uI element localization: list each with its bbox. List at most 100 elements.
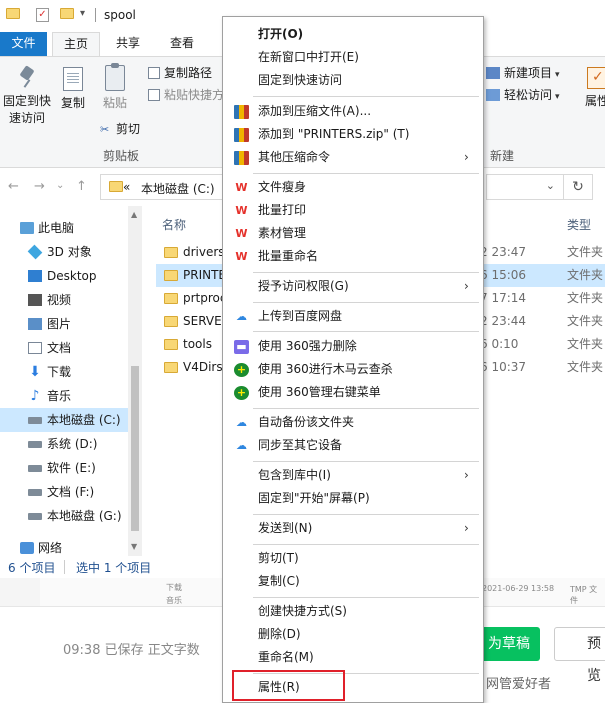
cut-button[interactable]: ✂ 剪切 [100, 121, 140, 138]
folder-icon [164, 247, 178, 258]
new-item-button[interactable]: 新建项目 ▾ [486, 65, 560, 83]
quick-access-dropdown[interactable]: ▾ [80, 8, 85, 19]
nav-item-music[interactable]: ♪ 音乐 [0, 384, 128, 408]
menu-item-rename[interactable]: 重命名(M) [225, 646, 481, 669]
nav-item-drive-c[interactable]: 本地磁盘 (C:) [0, 408, 128, 432]
menu-separator [253, 331, 479, 332]
folder-icon [164, 339, 178, 350]
360-purple-icon: ▬ [234, 340, 249, 354]
nav-item-pictures[interactable]: 图片 [0, 312, 128, 336]
file-type: 文件夹 [567, 337, 604, 351]
nav-item-drive-f[interactable]: 文档 (F:) [0, 480, 128, 504]
menu-item-batch-rename[interactable]: W 批量重命名 [225, 245, 481, 268]
refresh-button[interactable]: ↻ [563, 174, 593, 200]
nav-label: 软件 (E:) [47, 461, 96, 475]
menu-item-send-to[interactable]: 发送到(N) › [225, 517, 481, 540]
menu-label: 自动备份该文件夹 [258, 415, 355, 429]
watermark-text: 网管爱好者 [486, 677, 552, 692]
title-divider [95, 8, 96, 22]
properties-icon [587, 67, 605, 89]
address-dropdown[interactable]: ⌄ [486, 174, 563, 200]
nav-item-3d-objects[interactable]: 3D 对象 [0, 240, 128, 264]
picture-icon [28, 318, 42, 330]
menu-item-baidu-upload[interactable]: ☁ 上传到百度网盘 [225, 305, 481, 328]
preview-button[interactable]: 预览 [554, 627, 605, 684]
selected-count: 选中 1 个项目 [76, 561, 152, 575]
nav-item-desktop[interactable]: Desktop [0, 264, 128, 288]
menu-item-include-library[interactable]: 包含到库中(I) › [225, 464, 481, 487]
folder-icon [164, 362, 178, 373]
menu-label: 创建快捷方式(S) [258, 604, 347, 618]
breadcrumb-current[interactable]: 本地磁盘 (C:) [141, 180, 215, 197]
copy-path-icon [148, 67, 160, 79]
menu-item-material-manage[interactable]: W 素材管理 [225, 222, 481, 245]
scroll-up-icon[interactable]: ▲ [131, 210, 137, 219]
item-count: 6 个项目 [8, 561, 56, 575]
properties-ribbon-button[interactable]: 属性 [582, 67, 605, 110]
menu-item-other-compress[interactable]: 其他压缩命令 › [225, 146, 481, 169]
properties-quick-icon[interactable]: ✓ [36, 8, 49, 22]
nav-item-downloads[interactable]: ⬇ 下载 [0, 360, 128, 384]
nav-item-videos[interactable]: 视频 [0, 288, 128, 312]
menu-item-360-force-delete[interactable]: ▬ 使用 360强力删除 [225, 335, 481, 358]
menu-item-create-shortcut[interactable]: 创建快捷方式(S) [225, 600, 481, 623]
menu-item-batch-print[interactable]: W 批量打印 [225, 199, 481, 222]
forward-button[interactable]: → [34, 179, 45, 194]
menu-separator [253, 302, 479, 303]
copy-path-button[interactable]: 复制路径 [148, 65, 212, 81]
menu-item-360-trojan-scan[interactable]: + 使用 360进行木马云查杀 [225, 358, 481, 381]
menu-item-sync-devices[interactable]: ☁ 同步至其它设备 [225, 434, 481, 457]
menu-label: 删除(D) [258, 627, 301, 641]
navigation-scrollbar[interactable]: ▲ ▼ [128, 206, 142, 556]
nav-item-drive-e[interactable]: 软件 (E:) [0, 456, 128, 480]
context-menu: 打开(O) 在新窗口中打开(E) 固定到快速访问 添加到压缩文件(A)... 添… [222, 16, 484, 703]
nav-item-drive-d[interactable]: 系统 (D:) [0, 432, 128, 456]
up-button[interactable]: ↑ [76, 179, 87, 194]
menu-item-copy[interactable]: 复制(C) [225, 570, 481, 593]
menu-separator [253, 461, 479, 462]
pin-quick-access-button[interactable]: 固定到快 速访问 [2, 67, 52, 127]
wps-icon: W [235, 181, 248, 194]
menu-item-360-menu-manage[interactable]: + 使用 360管理右键菜单 [225, 381, 481, 404]
scissors-icon: ✂ [100, 123, 110, 136]
paste-button[interactable]: 粘贴 [98, 63, 132, 112]
menu-item-file-slim[interactable]: W 文件瘦身 [225, 176, 481, 199]
column-header-name[interactable]: 名称 [162, 216, 186, 233]
menu-item-auto-backup[interactable]: ☁ 自动备份该文件夹 [225, 411, 481, 434]
easy-access-button[interactable]: 轻松访问 ▾ [486, 87, 560, 105]
network-icon [20, 542, 34, 554]
menu-item-open[interactable]: 打开(O) [225, 23, 481, 46]
menu-item-pin-quick-access[interactable]: 固定到快速访问 [225, 69, 481, 92]
address-input[interactable]: « 本地磁盘 (C:) [100, 174, 224, 200]
menu-item-delete[interactable]: 删除(D) [225, 623, 481, 646]
paste-shortcut-button[interactable]: 粘贴快捷方 [148, 87, 224, 103]
folder-icon [109, 181, 123, 192]
tab-home[interactable]: 主页 [52, 32, 100, 56]
submenu-arrow-icon: › [464, 150, 469, 164]
menu-item-grant-access[interactable]: 授予访问权限(G) › [225, 275, 481, 298]
copy-button[interactable]: 复制 [56, 67, 90, 112]
column-header-type[interactable]: 类型 [567, 216, 591, 233]
nav-item-documents[interactable]: 文档 [0, 336, 128, 360]
menu-item-add-to-zip[interactable]: 添加到 "PRINTERS.zip" (T) [225, 123, 481, 146]
menu-separator [253, 514, 479, 515]
archive-icon [234, 105, 249, 119]
file-name: prtproc [183, 291, 227, 305]
tab-view[interactable]: 查看 [158, 32, 206, 56]
scroll-down-icon[interactable]: ▼ [131, 542, 137, 551]
scrollbar-thumb[interactable] [131, 366, 139, 531]
menu-item-add-to-archive[interactable]: 添加到压缩文件(A)... [225, 100, 481, 123]
menu-item-pin-start[interactable]: 固定到"开始"屏幕(P) [225, 487, 481, 510]
recent-locations-button[interactable]: ⌄ [56, 180, 64, 191]
menu-separator [253, 408, 479, 409]
tab-share[interactable]: 共享 [104, 32, 152, 56]
tab-file[interactable]: 文件 [0, 32, 47, 56]
breadcrumb-overflow[interactable]: « [123, 180, 130, 194]
nav-item-drive-g[interactable]: 本地磁盘 (G:) [0, 504, 128, 528]
menu-item-cut[interactable]: 剪切(T) [225, 547, 481, 570]
nav-item-this-pc[interactable]: 此电脑 [0, 216, 128, 240]
menu-label: 批量打印 [258, 203, 307, 217]
back-button[interactable]: ← [8, 179, 19, 194]
menu-item-open-new-window[interactable]: 在新窗口中打开(E) [225, 46, 481, 69]
new-folder-quick-icon[interactable] [60, 8, 74, 19]
